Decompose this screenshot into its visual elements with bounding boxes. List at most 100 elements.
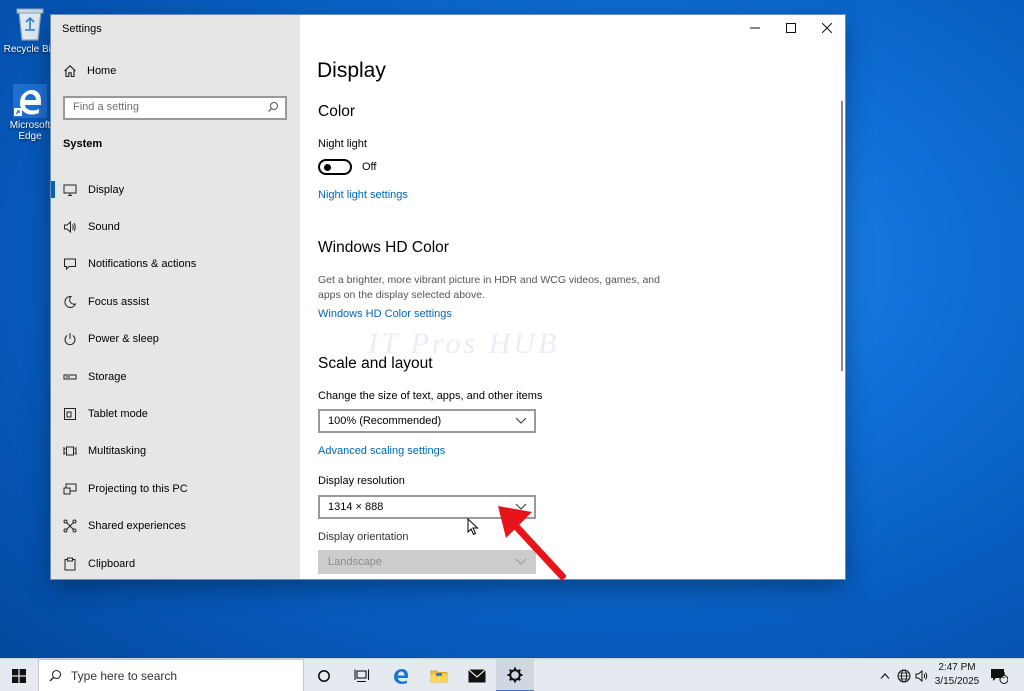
page-title: Display xyxy=(317,59,386,82)
taskbar-settings[interactable] xyxy=(496,659,534,691)
sidebar-item-label: Storage xyxy=(88,370,127,383)
settings-window: Settings Home Find a setting System Disp… xyxy=(51,15,845,579)
speaker-icon xyxy=(64,220,76,234)
sidebar-item-focus-assist[interactable]: Focus assist xyxy=(51,283,300,320)
taskbar-edge[interactable] xyxy=(382,659,420,691)
sidebar-item-label: Power & sleep xyxy=(88,333,159,346)
taskbar-clock[interactable]: 2:47 PM 3/15/2025 xyxy=(928,661,986,689)
file-explorer-icon xyxy=(430,670,448,683)
clipboard-icon xyxy=(64,557,76,571)
toggle-knob xyxy=(324,164,331,171)
orientation-dropdown-value: Landscape xyxy=(328,556,382,568)
night-light-toggle[interactable] xyxy=(318,159,352,175)
sidebar-item-power-sleep[interactable]: Power & sleep xyxy=(51,321,300,358)
mouse-pointer-icon xyxy=(467,518,479,536)
search-icon xyxy=(268,102,278,112)
hd-color-description: Get a brighter, more vibrant picture in … xyxy=(318,274,660,301)
night-light-label: Night light xyxy=(318,138,367,150)
taskbar-search-placeholder: Type here to search xyxy=(71,668,178,683)
sidebar-item-clipboard[interactable]: Clipboard xyxy=(51,545,300,579)
taskbar-search-box[interactable]: Type here to search xyxy=(38,659,304,691)
home-icon xyxy=(64,65,76,78)
night-light-state: Off xyxy=(362,161,377,173)
hd-color-settings-link[interactable]: Windows HD Color settings xyxy=(318,308,452,320)
section-heading-scale-layout: Scale and layout xyxy=(318,355,433,372)
scale-label: Change the size of text, apps, and other… xyxy=(318,390,543,402)
moon-icon xyxy=(64,295,77,308)
sidebar-item-label: Notifications & actions xyxy=(88,258,197,271)
task-view-icon xyxy=(354,669,370,682)
main-content: Display Color Night light Off Night ligh… xyxy=(300,15,845,579)
chevron-up-icon xyxy=(880,672,890,679)
sidebar-item-display[interactable]: Display xyxy=(51,171,300,208)
nav-home-label: Home xyxy=(87,65,117,77)
clock-time: 2:47 PM xyxy=(938,662,976,673)
desktop-icon-label: Microsoft Edge xyxy=(9,120,51,142)
taskbar: Type here to search 2:47 PM 3/15/2025 2 xyxy=(0,658,1024,691)
sidebar-item-label: Tablet mode xyxy=(88,408,148,421)
resolution-label: Display resolution xyxy=(318,475,405,487)
night-light-settings-link[interactable]: Night light settings xyxy=(318,189,408,201)
tablet-icon xyxy=(64,408,76,421)
sidebar-item-tablet-mode[interactable]: Tablet mode xyxy=(51,395,300,432)
notification-count-badge: 2 xyxy=(1001,671,1006,680)
nav-home[interactable]: Home xyxy=(63,64,116,78)
taskbar-file-explorer[interactable] xyxy=(420,659,458,691)
search-placeholder: Find a setting xyxy=(73,101,140,113)
mail-icon xyxy=(468,668,486,682)
taskbar-mail[interactable] xyxy=(458,659,496,691)
annotation-arrow-icon xyxy=(498,506,566,580)
close-icon xyxy=(822,23,832,33)
content-scrollbar[interactable] xyxy=(841,101,843,371)
minimize-button[interactable] xyxy=(737,15,773,41)
sidebar-item-projecting[interactable]: Projecting to this PC xyxy=(51,470,300,507)
sidebar-item-label: Sound xyxy=(88,221,120,234)
sidebar-item-label: Shared experiences xyxy=(88,520,186,533)
projecting-icon xyxy=(63,483,77,495)
scale-dropdown[interactable]: 100% (Recommended) xyxy=(318,409,536,433)
edge-icon xyxy=(394,668,408,684)
monitor-icon xyxy=(63,184,77,196)
find-setting-input[interactable]: Find a setting xyxy=(63,96,287,120)
sidebar-item-multitasking[interactable]: Multitasking xyxy=(51,433,300,470)
sidebar-item-storage[interactable]: Storage xyxy=(51,358,300,395)
section-label-system: System xyxy=(63,138,103,150)
orientation-label: Display orientation xyxy=(318,531,409,543)
sidebar: Settings Home Find a setting System Disp… xyxy=(51,15,300,579)
window-title: Settings xyxy=(62,23,102,35)
windows-logo-icon xyxy=(12,668,26,683)
shared-icon xyxy=(63,519,77,533)
nav-list: Display Sound Notifications & actions Fo… xyxy=(51,171,300,579)
storage-icon xyxy=(63,374,77,380)
sidebar-item-label: Display xyxy=(88,183,125,196)
chevron-down-icon xyxy=(515,417,527,424)
sidebar-item-label: Focus assist xyxy=(88,295,150,308)
sidebar-item-label: Projecting to this PC xyxy=(88,482,188,495)
action-center-button[interactable]: 2 xyxy=(988,659,1010,691)
notification-icon xyxy=(64,258,76,271)
cortana-icon xyxy=(318,669,330,682)
advanced-scaling-link[interactable]: Advanced scaling settings xyxy=(318,445,445,457)
minimize-icon xyxy=(750,27,760,29)
start-button[interactable] xyxy=(0,659,38,691)
sidebar-item-label: Clipboard xyxy=(88,557,136,570)
network-icon xyxy=(897,669,911,682)
section-heading-color: Color xyxy=(318,103,356,120)
close-button[interactable] xyxy=(809,15,845,41)
resolution-dropdown-value: 1314 × 888 xyxy=(328,501,384,513)
tray-network[interactable] xyxy=(895,659,913,691)
power-icon xyxy=(64,333,76,346)
volume-icon xyxy=(915,669,928,682)
search-icon xyxy=(49,669,62,682)
sidebar-item-sound[interactable]: Sound xyxy=(51,208,300,245)
tray-show-hidden[interactable] xyxy=(876,659,894,691)
sidebar-item-notifications[interactable]: Notifications & actions xyxy=(51,246,300,283)
recycle-bin-icon xyxy=(16,8,44,41)
taskbar-cortana[interactable] xyxy=(305,659,343,691)
maximize-icon xyxy=(786,23,796,33)
sidebar-item-shared-experiences[interactable]: Shared experiences xyxy=(51,508,300,545)
scale-dropdown-value: 100% (Recommended) xyxy=(328,415,442,427)
clock-date: 3/15/2025 xyxy=(934,676,980,687)
taskbar-task-view[interactable] xyxy=(343,659,381,691)
maximize-button[interactable] xyxy=(773,15,809,41)
